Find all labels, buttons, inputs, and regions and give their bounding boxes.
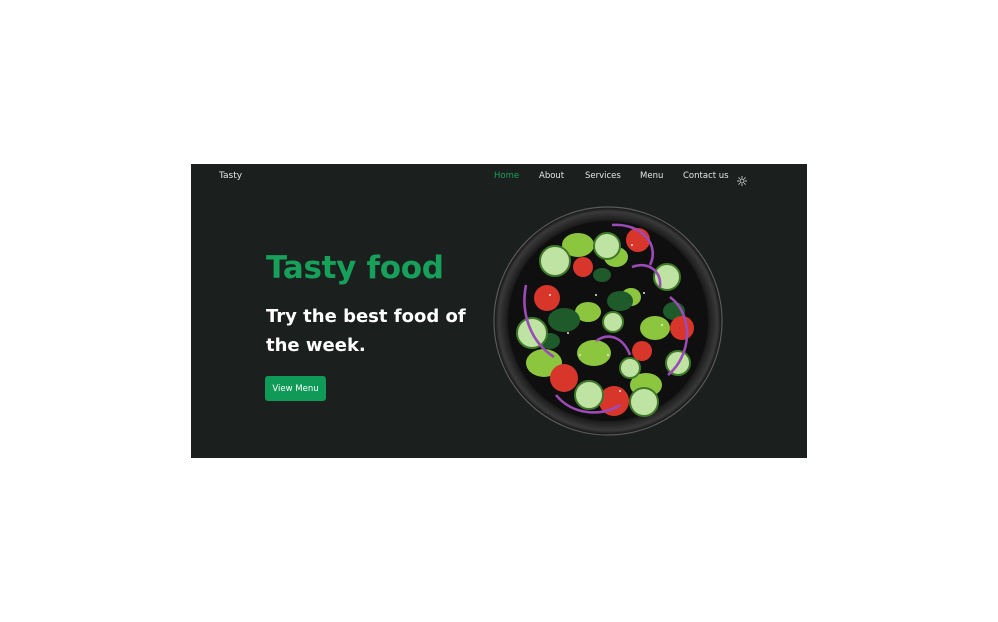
nav-contact[interactable]: Contact us [683,171,729,181]
logo[interactable]: Tasty [219,171,242,181]
nav-menu[interactable]: Menu [640,171,663,181]
sun-icon[interactable] [736,171,748,187]
nav-services[interactable]: Services [585,171,621,181]
salad-bowl-image [492,205,724,437]
hero-title: Tasty food [266,250,444,286]
nav-home[interactable]: Home [494,171,519,181]
view-menu-button[interactable]: View Menu [265,376,326,401]
landing-page: Tasty Home About Services Menu Contact u… [191,164,807,458]
hero-subtitle: Try the best food of the week. [266,306,466,356]
nav-about[interactable]: About [539,171,564,181]
header: Tasty Home About Services Menu Contact u… [191,164,807,190]
